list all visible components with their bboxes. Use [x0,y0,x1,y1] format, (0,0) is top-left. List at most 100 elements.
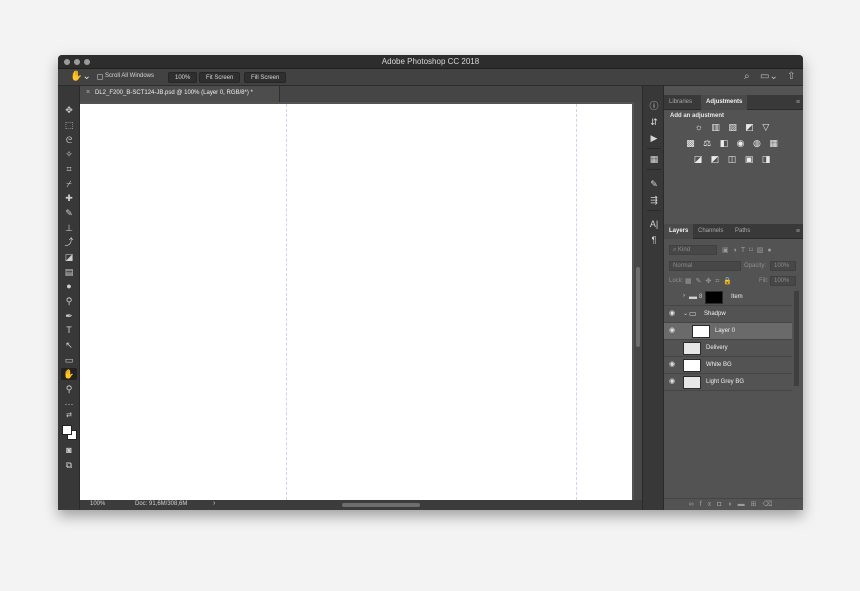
status-menu-arrow[interactable]: › [213,500,215,507]
marquee-tool-icon[interactable]: ⬚ [61,119,77,131]
search-icon[interactable]: ⌕ [744,71,750,82]
info-panel-icon[interactable]: ⓘ [646,100,662,112]
layer-row-delivery[interactable]: Delivery [664,340,792,357]
crop-tool-icon[interactable]: ⌗ [61,163,77,175]
layer-row-light-grey-bg[interactable]: ◉ Light Grey BG [664,374,792,391]
fill-field[interactable]: 100% [770,276,796,286]
visibility-eye-icon[interactable]: ◉ [669,326,675,334]
new-group-icon[interactable]: ▬ [738,501,751,508]
layer-row-item[interactable]: › ▬ 8 Item [664,289,792,306]
screen-mode-icon[interactable]: ⧉ [61,459,77,471]
move-tool-icon[interactable]: ✥ [61,104,77,116]
history-panel-icon[interactable]: ⇵ [646,116,662,128]
path-selection-tool-icon[interactable]: ↖ [61,339,77,351]
dodge-tool-icon[interactable]: ⚲ [61,295,77,307]
document-canvas[interactable] [80,104,632,500]
rectangle-tool-icon[interactable]: ▭ [61,354,77,366]
hand-tool-icon[interactable]: ✋ [61,368,77,380]
visibility-eye-icon[interactable]: ◉ [669,377,675,385]
link-layers-icon[interactable]: ∞ [689,501,700,508]
tab-channels[interactable]: Channels [693,224,728,239]
fx-icon[interactable]: fx [700,501,717,508]
panel-menu-icon[interactable]: ≡ [796,95,800,110]
healing-brush-tool-icon[interactable]: ✚ [61,192,77,204]
kind-filter-label: Kind [678,247,691,253]
layer-row-white-bg[interactable]: ◉ White BG [664,357,792,374]
brushes-panel-icon[interactable]: ✎ [646,178,662,190]
tab-layers[interactable]: Layers [664,224,694,239]
blend-mode-select[interactable]: Normal [669,261,741,271]
close-document-icon[interactable]: × [86,89,90,96]
history-brush-tool-icon[interactable]: ⤴ [61,236,77,248]
expand-chevron-icon[interactable]: › [683,293,685,299]
vertical-scrollbar[interactable] [634,102,642,500]
vertical-scroll-thumb[interactable] [636,267,640,347]
adjustment-layer-icon[interactable]: ◑ [727,501,737,508]
actions-panel-icon[interactable]: ▶ [646,132,662,144]
hand-tool-preset-icon[interactable]: ✋⌄ [70,71,91,82]
layer-row-layer-0[interactable]: ◉ Layer 0 [664,323,792,340]
workspace-icon[interactable]: ▭⌄ [760,71,778,82]
collapse-chevron-icon[interactable]: ⌄ [683,310,688,317]
adjustment-icons-row-3[interactable]: ◪ ◩ ◫ ▣ ◨ [664,154,803,165]
layer-thumbnail[interactable] [692,325,710,338]
layer-filter-icons[interactable]: ▣◑T⌑▨● [722,246,776,254]
layer-thumbnail[interactable] [683,376,701,389]
lock-icons[interactable]: ▦✎✥⌗🔒 [685,277,736,286]
quick-mask-icon[interactable]: ◙ [61,444,77,456]
scroll-all-windows-checkbox[interactable] [97,74,103,80]
layer-thumbnail[interactable] [683,359,701,372]
visibility-eye-icon[interactable]: ◉ [669,360,675,368]
type-tool-icon[interactable]: T [61,324,77,336]
layers-panel-menu-icon[interactable]: ≡ [796,224,800,239]
tab-paths[interactable]: Paths [730,224,755,239]
collapsed-panels-strip: ⓘ ⇵ ▶ ▦ ✎ ⇶ A| ¶ [642,86,664,510]
document-tab[interactable]: × DL2_F200_B-SCT124-JB.psd @ 100% (Layer… [80,86,280,102]
guide-line[interactable] [576,104,577,500]
horizontal-scroll-thumb[interactable] [342,503,420,507]
layer-row-shadpw[interactable]: ◉ ⌄ ▭ Shadpw [664,306,792,323]
swap-colors-icon[interactable]: ⇄ [61,410,77,422]
fit-screen-button[interactable]: Fit Screen [199,72,241,83]
adjustment-icons-row-1[interactable]: ☼ ▥ ▨ ◩ ▽ [664,122,803,133]
document-tab-bar: × DL2_F200_B-SCT124-JB.psd @ 100% (Layer… [80,86,650,102]
add-mask-icon[interactable]: ◘ [717,501,727,508]
canvas-area[interactable] [80,102,642,500]
zoom-tool-icon[interactable]: ⚲ [61,383,77,395]
layer-mask-thumbnail[interactable] [705,291,723,304]
foreground-color-swatch[interactable] [62,425,72,435]
new-layer-icon[interactable]: ⊞ [751,501,763,508]
blur-tool-icon[interactable]: ● [61,280,77,292]
clone-stamp-tool-icon[interactable]: ⊥ [61,222,77,234]
eyedropper-tool-icon[interactable]: ⌿ [61,178,77,190]
add-adjustment-label: Add an adjustment [670,113,725,119]
trash-icon[interactable]: ⌫ [762,501,778,508]
lasso-tool-icon[interactable]: ᘓ [61,134,77,146]
zoom-level-field[interactable]: 100% [90,501,105,507]
window-title: Adobe Photoshop CC 2018 [381,57,480,66]
fill-screen-button[interactable]: Fill Screen [244,72,287,83]
adjustment-icons-row-2[interactable]: ▩ ⚖ ◧ ◉ ◍ ▦ [664,138,803,149]
pen-tool-icon[interactable]: ✒ [61,310,77,322]
zoom-100-button[interactable]: 100% [168,72,198,83]
right-panels: Libraries Adjustments ≡ Add an adjustmen… [664,86,803,510]
swatches-panel-icon[interactable]: ▦ [646,153,662,165]
magic-wand-tool-icon[interactable]: ✧ [61,148,77,160]
layers-scrollbar[interactable] [794,291,799,386]
tab-libraries[interactable]: Libraries [664,95,697,110]
eraser-tool-icon[interactable]: ◪ [61,251,77,263]
gradient-tool-icon[interactable]: ▤ [61,266,77,278]
tab-adjustments[interactable]: Adjustments [701,95,748,110]
layer-name: White BG [706,362,732,368]
more-tools-icon[interactable]: ··· [61,398,77,410]
paragraph-panel-icon[interactable]: ¶ [646,234,662,246]
visibility-eye-icon[interactable]: ◉ [669,309,675,317]
opacity-field[interactable]: 100% [770,261,796,271]
brush-tool-icon[interactable]: ✎ [61,207,77,219]
character-panel-icon[interactable]: A| [646,218,662,230]
guide-line[interactable] [286,104,287,500]
share-icon[interactable]: ⇧ [787,71,795,82]
properties-panel-icon[interactable]: ⇶ [646,194,662,206]
layer-kind-filter[interactable]: ⌕ Kind [669,245,717,255]
layer-thumbnail[interactable] [683,342,701,355]
